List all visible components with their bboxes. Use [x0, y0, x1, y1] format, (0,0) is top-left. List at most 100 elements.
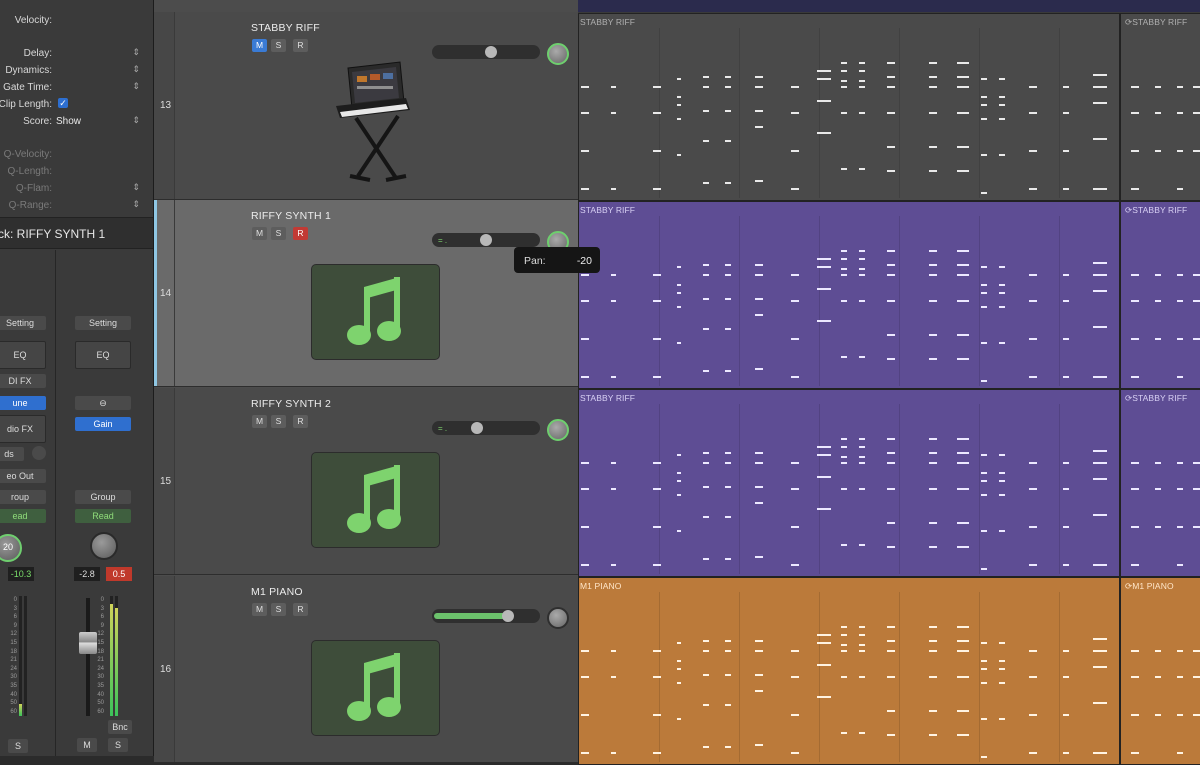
- midi-region-loop[interactable]: ⟳STABBY RIFF: [1120, 13, 1200, 201]
- mute-button[interactable]: M: [77, 738, 97, 752]
- instrument-icon-tile[interactable]: [311, 452, 440, 548]
- group-slot[interactable]: Group: [75, 490, 131, 504]
- midi-region-loop[interactable]: ⟳STABBY RIFF: [1120, 201, 1200, 389]
- mute-button[interactable]: M: [252, 227, 267, 240]
- midi-note: [703, 264, 709, 266]
- midi-region-loop[interactable]: ⟳STABBY RIFF: [1120, 389, 1200, 577]
- track-number: 13: [160, 100, 172, 111]
- property-row[interactable]: Q-Velocity:: [0, 147, 150, 164]
- property-value[interactable]: Show: [56, 116, 81, 127]
- midi-note: [1063, 714, 1069, 716]
- midi-note: [755, 650, 763, 652]
- pan-knob[interactable]: [547, 419, 569, 441]
- stepper-icon[interactable]: ⇕: [132, 115, 140, 126]
- volume-slider[interactable]: [432, 609, 540, 623]
- midi-note: [817, 696, 831, 698]
- setting-button[interactable]: Setting: [75, 316, 131, 330]
- midi-note: [725, 274, 731, 276]
- volume-slider[interactable]: = .: [432, 233, 540, 247]
- midi-note: [957, 86, 969, 88]
- solo-button[interactable]: S: [271, 603, 286, 616]
- solo-button[interactable]: S: [271, 227, 286, 240]
- midi-note: [929, 522, 937, 524]
- track-header[interactable]: 15 RIFFY SYNTH 2 M S R = .: [154, 388, 578, 575]
- stepper-icon[interactable]: ⇕: [132, 199, 140, 210]
- send-knob[interactable]: [32, 446, 46, 460]
- track-header[interactable]: 13 STABBY RIFF M S R: [154, 12, 578, 200]
- track-header[interactable]: 14 RIFFY SYNTH 1 M S R = .: [154, 200, 578, 387]
- eq-button[interactable]: EQ: [0, 341, 46, 369]
- pan-knob[interactable]: 20: [0, 534, 22, 562]
- midi-note: [817, 132, 831, 134]
- solo-button[interactable]: S: [271, 415, 286, 428]
- midi-region[interactable]: STABBY RIFF: [578, 389, 1120, 577]
- record-enable-button[interactable]: R: [293, 227, 308, 240]
- volume-thumb[interactable]: [471, 422, 483, 434]
- property-row[interactable]: Clip Length: ✓: [0, 97, 150, 114]
- midi-region[interactable]: M1 PIANO: [578, 577, 1120, 765]
- property-row[interactable]: Velocity:: [0, 13, 150, 30]
- mute-button[interactable]: M: [252, 415, 267, 428]
- sends-slot[interactable]: ds: [0, 447, 24, 461]
- eq-button[interactable]: EQ: [75, 341, 131, 369]
- stepper-icon[interactable]: ⇕: [132, 182, 140, 193]
- volume-thumb[interactable]: [485, 46, 497, 58]
- midi-note: [1029, 86, 1037, 88]
- setting-button[interactable]: Setting: [0, 316, 46, 330]
- solo-button[interactable]: S: [271, 39, 286, 52]
- volume-slider[interactable]: [432, 45, 540, 59]
- instrument-plugin-slot[interactable]: une: [0, 396, 46, 410]
- midi-region-loop[interactable]: ⟳M1 PIANO: [1120, 577, 1200, 765]
- property-row[interactable]: Gate Time: ⇕: [0, 80, 150, 97]
- volume-thumb[interactable]: [502, 610, 514, 622]
- output-slot[interactable]: eo Out: [0, 469, 46, 483]
- instrument-icon-tile[interactable]: [311, 640, 440, 736]
- track-header[interactable]: 16 M1 PIANO M S R: [154, 576, 578, 763]
- track-name[interactable]: RIFFY SYNTH 2: [251, 398, 331, 410]
- property-row[interactable]: Score: Show ⇕: [0, 114, 150, 131]
- bounce-button[interactable]: Bnc: [108, 720, 132, 734]
- property-row[interactable]: Dynamics: ⇕: [0, 63, 150, 80]
- pan-knob[interactable]: [547, 43, 569, 65]
- stepper-icon[interactable]: ⇕: [132, 81, 140, 92]
- track-name[interactable]: M1 PIANO: [251, 586, 303, 598]
- clip-length-checkbox[interactable]: ✓: [58, 98, 68, 108]
- midi-note: [703, 704, 709, 706]
- inspector-track-header[interactable]: ck: RIFFY SYNTH 1: [0, 217, 153, 249]
- pan-knob[interactable]: [547, 607, 569, 629]
- midi-note: [817, 70, 831, 72]
- audio-fx-slot[interactable]: dio FX: [0, 415, 46, 443]
- midi-note: [981, 266, 987, 268]
- midi-fx-slot[interactable]: DI FX: [0, 374, 46, 388]
- record-enable-button[interactable]: R: [293, 603, 308, 616]
- volume-slider[interactable]: = .: [432, 421, 540, 435]
- midi-region[interactable]: STABBY RIFF: [578, 13, 1120, 201]
- pan-knob[interactable]: [90, 532, 118, 560]
- volume-fader-track[interactable]: [86, 598, 90, 716]
- mute-button[interactable]: M: [252, 39, 267, 52]
- midi-region[interactable]: STABBY RIFF: [578, 201, 1120, 389]
- property-row[interactable]: Delay: ⇕: [0, 46, 150, 63]
- record-enable-button[interactable]: R: [293, 415, 308, 428]
- solo-button[interactable]: S: [108, 738, 128, 752]
- automation-mode[interactable]: ead: [0, 509, 46, 523]
- solo-button[interactable]: S: [8, 739, 28, 753]
- instrument-icon-tile[interactable]: [311, 264, 440, 360]
- link-button[interactable]: ⊖: [75, 396, 131, 410]
- group-slot[interactable]: roup: [0, 490, 46, 504]
- stepper-icon[interactable]: ⇕: [132, 64, 140, 75]
- midi-note: [1063, 274, 1069, 276]
- property-row[interactable]: Q-Flam: ⇕: [0, 181, 150, 198]
- record-enable-button[interactable]: R: [293, 39, 308, 52]
- track-name[interactable]: RIFFY SYNTH 1: [251, 210, 331, 222]
- automation-mode[interactable]: Read: [75, 509, 131, 523]
- midi-note: [887, 250, 895, 252]
- midi-note: [887, 734, 895, 736]
- track-name[interactable]: STABBY RIFF: [251, 22, 320, 34]
- volume-thumb[interactable]: [480, 234, 492, 246]
- mute-button[interactable]: M: [252, 603, 267, 616]
- gain-plugin-slot[interactable]: Gain: [75, 417, 131, 431]
- stepper-icon[interactable]: ⇕: [132, 47, 140, 58]
- property-row[interactable]: Q-Range: ⇕: [0, 198, 150, 215]
- property-row[interactable]: Q-Length:: [0, 164, 150, 181]
